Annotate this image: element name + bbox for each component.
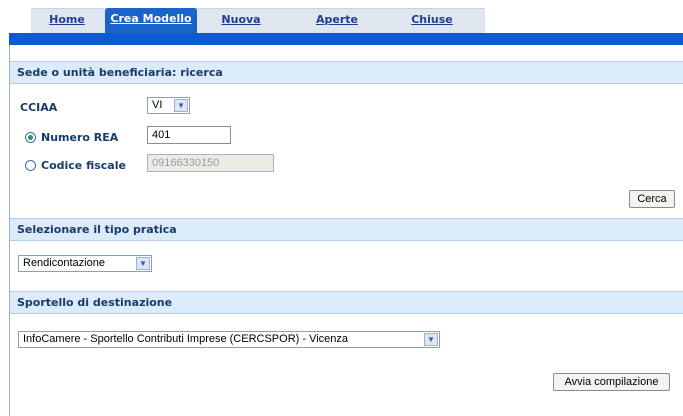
tab-crea-modello[interactable]: Crea Modello xyxy=(105,8,197,34)
tab-home[interactable]: Home xyxy=(31,9,103,34)
top-navigation: Home Crea Modello Nuova Aperte Chiuse xyxy=(9,0,683,34)
chevron-down-icon: ▼ xyxy=(136,257,150,270)
desk-section-header: Sportello di destinazione xyxy=(10,291,683,314)
search-button[interactable]: Cerca xyxy=(629,190,675,208)
practice-section-header: Selezionare il tipo pratica xyxy=(10,218,683,241)
tab-chiuse[interactable]: Chiuse xyxy=(389,9,475,34)
destination-desk-value: InfoCamere - Sportello Contributi Impres… xyxy=(23,333,349,345)
header-accent-bar xyxy=(9,33,683,45)
cf-input[interactable] xyxy=(147,154,274,172)
rea-input[interactable] xyxy=(147,126,231,144)
practice-section-title: Selezionare il tipo pratica xyxy=(17,223,177,236)
practice-type-select[interactable]: Rendicontazione ▼ xyxy=(18,255,152,272)
main-panel: Sede o unità beneficiaria: ricerca CCIAA… xyxy=(9,45,683,416)
cciaa-select-value: VI xyxy=(152,99,163,111)
desk-section-title: Sportello di destinazione xyxy=(17,296,173,309)
tab-nuova[interactable]: Nuova xyxy=(201,9,281,34)
tab-strip: Home Crea Modello Nuova Aperte Chiuse xyxy=(31,8,485,34)
tab-aperte[interactable]: Aperte xyxy=(289,9,385,34)
chevron-down-icon: ▼ xyxy=(174,99,188,112)
cf-radio[interactable] xyxy=(25,160,36,171)
search-section-header: Sede o unità beneficiaria: ricerca xyxy=(10,61,683,84)
practice-type-value: Rendicontazione xyxy=(23,257,105,269)
cciaa-label: CCIAA xyxy=(20,101,58,114)
destination-desk-select[interactable]: InfoCamere - Sportello Contributi Impres… xyxy=(18,331,440,348)
start-compilation-button[interactable]: Avvia compilazione xyxy=(553,373,670,391)
chevron-down-icon: ▼ xyxy=(424,333,438,346)
search-section-title: Sede o unità beneficiaria: ricerca xyxy=(17,66,223,79)
cciaa-select[interactable]: VI ▼ xyxy=(147,97,190,114)
cf-label: Codice fiscale xyxy=(41,159,126,172)
rea-radio[interactable] xyxy=(25,132,36,143)
rea-label: Numero REA xyxy=(41,131,119,144)
